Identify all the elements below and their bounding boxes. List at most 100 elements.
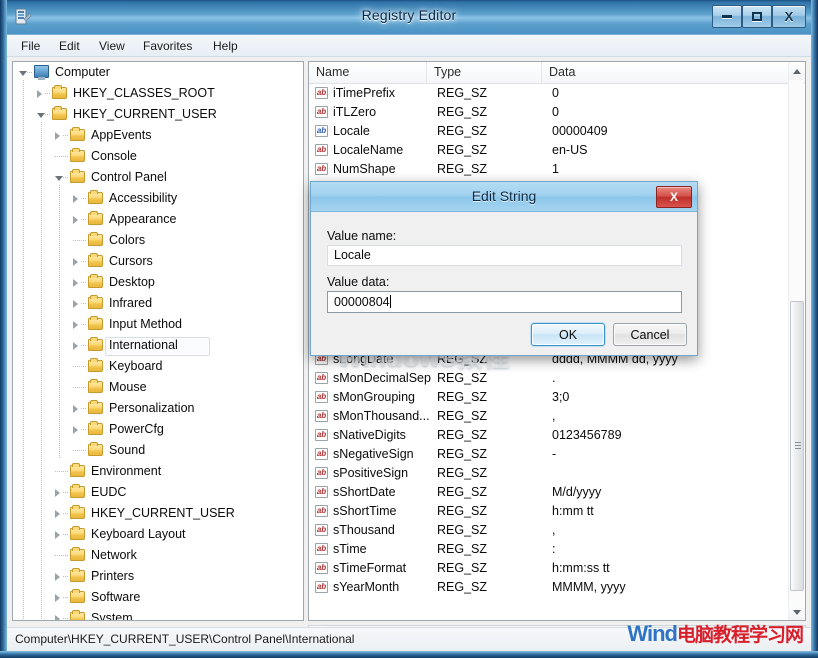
chevron-right-icon[interactable] xyxy=(55,594,60,602)
chevron-right-icon[interactable] xyxy=(55,489,60,497)
value-data-input[interactable]: 00000804 xyxy=(327,291,682,313)
tree-item-cursors[interactable]: Cursors xyxy=(13,251,304,272)
vertical-scrollbar[interactable] xyxy=(788,63,804,621)
value-name-field[interactable]: Locale xyxy=(327,245,682,266)
tree-item-hkey-current-user[interactable]: HKEY_CURRENT_USER xyxy=(13,503,304,524)
tree-item-hkey-classes-root[interactable]: HKEY_CLASSES_ROOT xyxy=(13,83,304,104)
column-header-type[interactable]: Type xyxy=(427,62,542,83)
string-value-icon: ab xyxy=(315,543,328,555)
chevron-right-icon[interactable] xyxy=(73,300,78,308)
tree-item-accessibility[interactable]: Accessibility xyxy=(13,188,304,209)
tree-item-software[interactable]: Software xyxy=(13,587,304,608)
tree-item-keyboard[interactable]: Keyboard xyxy=(13,356,304,377)
close-button[interactable]: X xyxy=(772,5,806,28)
tree-item-label: Printers xyxy=(91,566,134,587)
tree-item-international[interactable]: International xyxy=(13,335,304,356)
table-row[interactable]: absNegativeSignREG_SZ- xyxy=(309,445,806,464)
menu-item-help[interactable]: Help xyxy=(207,38,244,55)
chevron-right-icon[interactable] xyxy=(73,258,78,266)
tree-connector xyxy=(45,114,51,115)
chevron-right-icon[interactable] xyxy=(73,321,78,329)
chevron-right-icon[interactable] xyxy=(73,195,78,203)
tree-item-environment[interactable]: Environment xyxy=(13,461,304,482)
string-value-icon: ab xyxy=(315,410,328,422)
client-area: FileEditViewFavoritesHelp ComputerHKEY_C… xyxy=(7,34,811,651)
tree-item-powercfg[interactable]: PowerCfg xyxy=(13,419,304,440)
tree-item-appearance[interactable]: Appearance xyxy=(13,209,304,230)
chevron-right-icon[interactable] xyxy=(73,342,78,350)
tree-item-control-panel[interactable]: Control Panel xyxy=(13,167,304,188)
tree-item-mouse[interactable]: Mouse xyxy=(13,377,304,398)
table-row[interactable]: absTimeREG_SZ: xyxy=(309,540,806,559)
chevron-right-icon[interactable] xyxy=(55,615,60,621)
table-row[interactable]: abiTimePrefixREG_SZ0 xyxy=(309,84,806,103)
tree-item-desktop[interactable]: Desktop xyxy=(13,272,304,293)
tree-item-computer[interactable]: Computer xyxy=(13,62,304,83)
chevron-down-icon[interactable] xyxy=(19,71,27,76)
menu-item-edit[interactable]: Edit xyxy=(53,38,86,55)
chevron-down-icon[interactable] xyxy=(55,176,63,181)
tree-item-label: Keyboard xyxy=(109,356,163,377)
value-name: sShortDate xyxy=(333,483,396,502)
tree-item-console[interactable]: Console xyxy=(13,146,304,167)
scroll-down-button[interactable] xyxy=(789,604,805,621)
table-row[interactable]: absShortTimeREG_SZh:mm tt xyxy=(309,502,806,521)
folder-icon xyxy=(70,570,85,582)
value-data: . xyxy=(552,369,555,388)
minimize-button[interactable] xyxy=(712,5,742,28)
maximize-button[interactable] xyxy=(742,5,772,28)
tree-item-printers[interactable]: Printers xyxy=(13,566,304,587)
chevron-right-icon[interactable] xyxy=(73,216,78,224)
table-row[interactable]: absMonDecimalSepREG_SZ. xyxy=(309,369,806,388)
cancel-button[interactable]: Cancel xyxy=(613,323,687,346)
chevron-right-icon[interactable] xyxy=(73,426,78,434)
tree-item-keyboard-layout[interactable]: Keyboard Layout xyxy=(13,524,304,545)
table-row[interactable]: abNumShapeREG_SZ1 xyxy=(309,160,806,179)
ok-button[interactable]: OK xyxy=(531,323,605,346)
value-type: REG_SZ xyxy=(437,388,487,407)
table-row[interactable]: abiTLZeroREG_SZ0 xyxy=(309,103,806,122)
tree-item-hkey-current-user[interactable]: HKEY_CURRENT_USER xyxy=(13,104,304,125)
value-type: REG_SZ xyxy=(437,559,487,578)
chevron-right-icon[interactable] xyxy=(73,405,78,413)
value-name: sThousand xyxy=(333,521,395,540)
registry-tree-pane[interactable]: ComputerHKEY_CLASSES_ROOTHKEY_CURRENT_US… xyxy=(12,61,304,621)
tree-item-colors[interactable]: Colors xyxy=(13,230,304,251)
menu-item-file[interactable]: File xyxy=(15,38,46,55)
table-row[interactable]: absPositiveSignREG_SZ xyxy=(309,464,806,483)
tree-item-system[interactable]: System xyxy=(13,608,304,621)
column-header-data[interactable]: Data xyxy=(542,62,790,83)
tree-item-network[interactable]: Network xyxy=(13,545,304,566)
menu-item-view[interactable]: View xyxy=(93,38,131,55)
table-row[interactable]: absMonThousand...REG_SZ, xyxy=(309,407,806,426)
vertical-scrollbar-thumb[interactable] xyxy=(790,301,804,591)
chevron-down-icon[interactable] xyxy=(37,113,45,118)
chevron-right-icon[interactable] xyxy=(55,132,60,140)
tree-item-appevents[interactable]: AppEvents xyxy=(13,125,304,146)
table-row[interactable]: absMonGroupingREG_SZ3;0 xyxy=(309,388,806,407)
dialog-close-button[interactable]: X xyxy=(656,186,692,208)
value-name: sNativeDigits xyxy=(333,426,406,445)
tree-item-label: Software xyxy=(91,587,140,608)
scroll-up-button[interactable] xyxy=(789,63,805,80)
table-row[interactable]: absYearMonthREG_SZMMMM, yyyy xyxy=(309,578,806,597)
menu-item-favorites[interactable]: Favorites xyxy=(137,38,198,55)
column-header-name[interactable]: Name xyxy=(309,62,427,83)
tree-item-eudc[interactable]: EUDC xyxy=(13,482,304,503)
table-row[interactable]: abLocaleREG_SZ00000409 xyxy=(309,122,806,141)
chevron-right-icon[interactable] xyxy=(55,573,60,581)
chevron-right-icon[interactable] xyxy=(55,510,60,518)
chevron-right-icon[interactable] xyxy=(73,279,78,287)
tree-item-infrared[interactable]: Infrared xyxy=(13,293,304,314)
tree-item-personalization[interactable]: Personalization xyxy=(13,398,304,419)
chevron-right-icon[interactable] xyxy=(37,90,42,98)
tree-item-input-method[interactable]: Input Method xyxy=(13,314,304,335)
tree-item-sound[interactable]: Sound xyxy=(13,440,304,461)
value-type: REG_SZ xyxy=(437,407,487,426)
chevron-right-icon[interactable] xyxy=(55,531,60,539)
table-row[interactable]: abLocaleNameREG_SZen-US xyxy=(309,141,806,160)
table-row[interactable]: absNativeDigitsREG_SZ0123456789 xyxy=(309,426,806,445)
table-row[interactable]: absTimeFormatREG_SZh:mm:ss tt xyxy=(309,559,806,578)
table-row[interactable]: absThousandREG_SZ, xyxy=(309,521,806,540)
table-row[interactable]: absShortDateREG_SZM/d/yyyy xyxy=(309,483,806,502)
